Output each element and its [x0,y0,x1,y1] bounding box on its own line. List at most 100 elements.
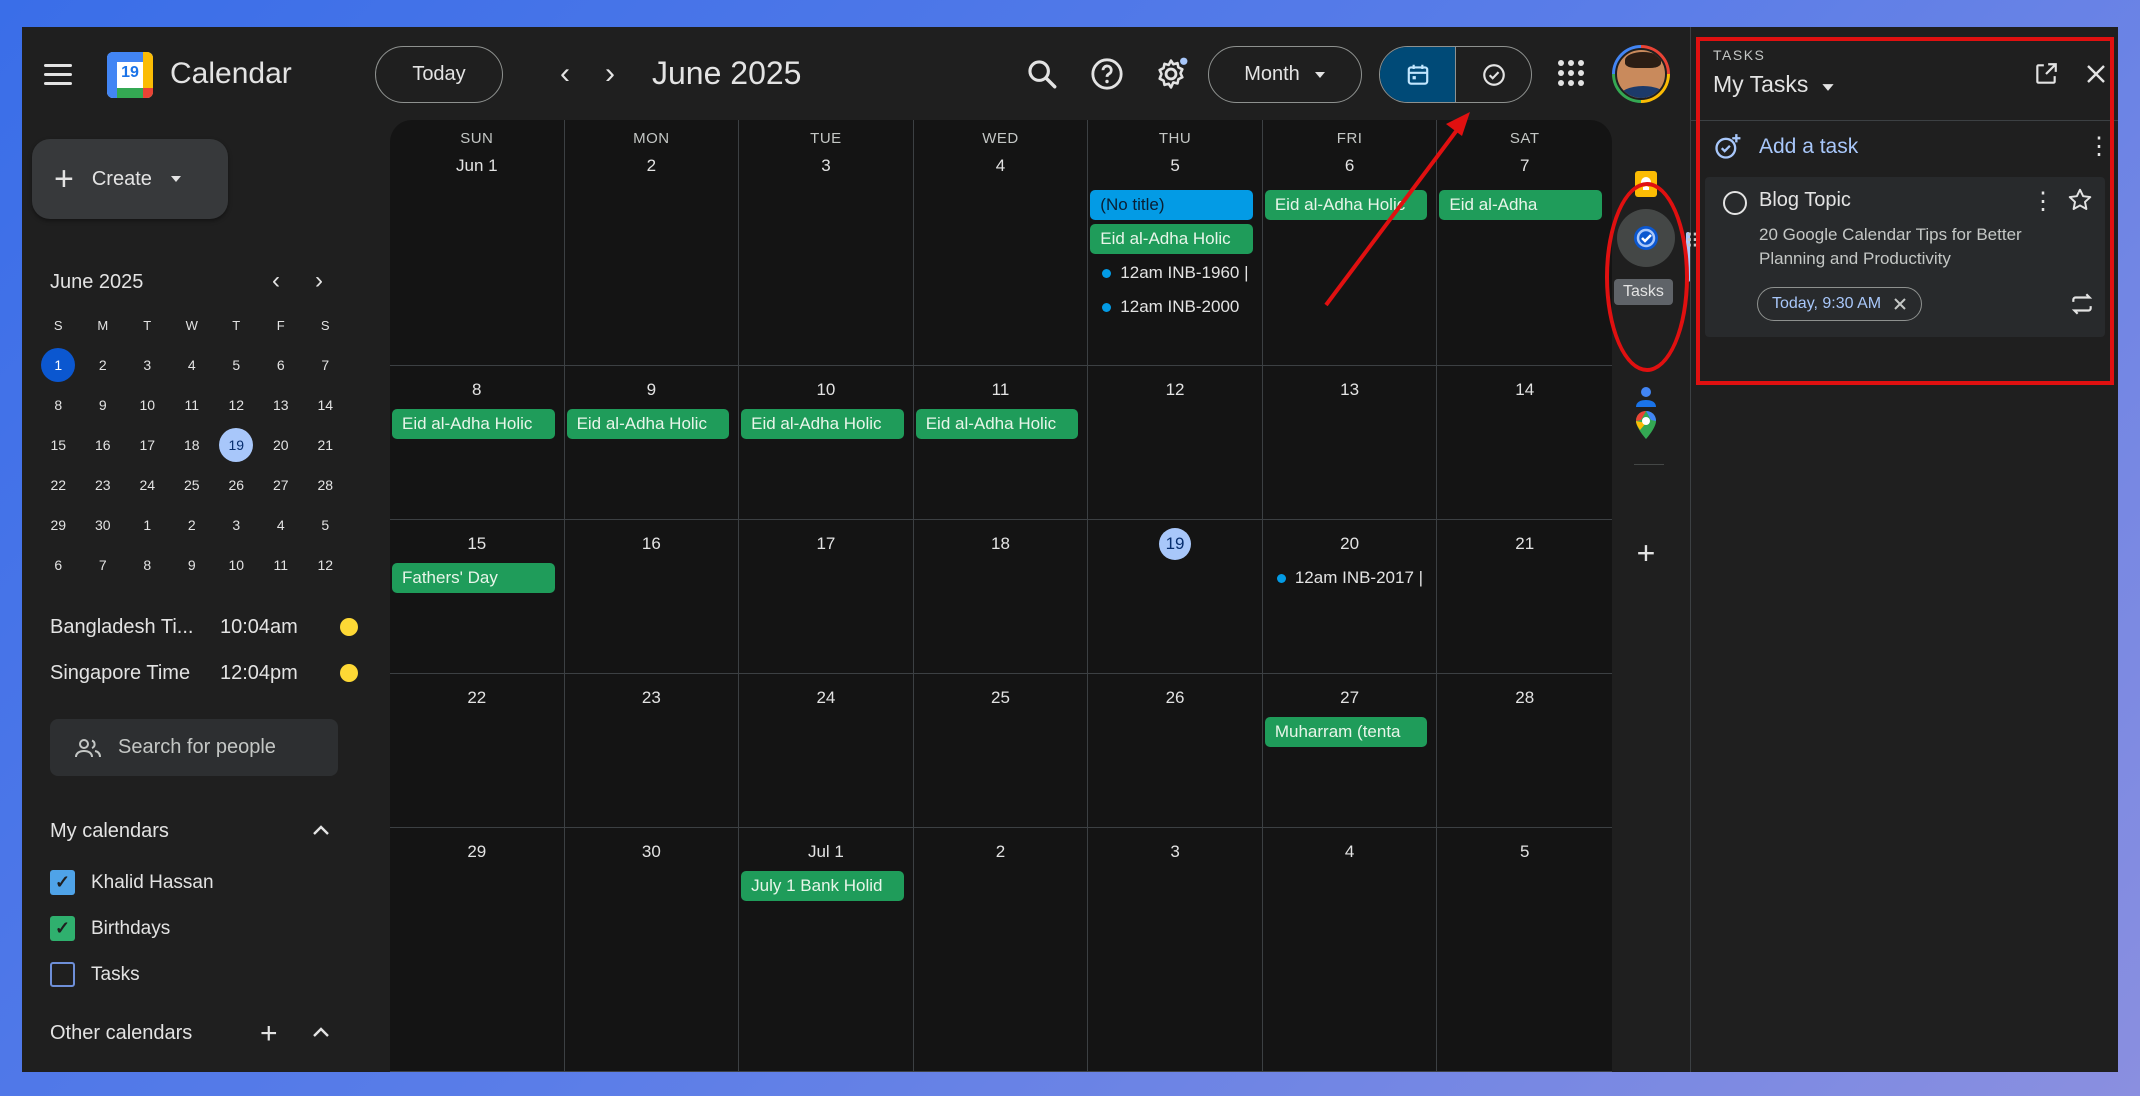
mini-calendar-day[interactable]: 1 [36,348,81,382]
mini-calendar-day[interactable]: 28 [303,468,348,502]
day-number[interactable]: Jun 1 [390,150,564,182]
mini-calendar-day[interactable]: 16 [81,428,126,462]
day-cell[interactable]: 26 [1088,674,1263,828]
mini-calendar-day[interactable]: 7 [303,348,348,382]
day-number[interactable]: 12 [1088,374,1262,406]
day-number[interactable]: 9 [565,374,739,406]
calendar-event[interactable]: 12am INB-1960 | [1090,258,1253,288]
calendar-event[interactable]: Eid al-Adha Holic [566,409,730,439]
checkbox-checked-icon[interactable]: ✓ [50,870,75,895]
mini-calendar-day[interactable]: 13 [259,388,304,422]
mini-prev-month-button[interactable]: ‹ [272,267,280,295]
day-cell[interactable]: TUE 3 [739,120,914,366]
add-other-calendar-plus-icon[interactable]: + [260,1017,278,1051]
today-button[interactable]: Today [375,46,503,103]
day-cell[interactable]: 4 [1262,828,1438,1072]
day-number[interactable]: 20 [1263,528,1437,560]
add-addon-plus-icon[interactable]: + [1612,535,1680,572]
mini-calendar-day[interactable]: 19 [214,428,259,462]
mini-calendar-day[interactable]: 2 [170,508,215,542]
calendar-event[interactable]: July 1 Bank Holid [741,871,904,901]
mini-calendar-day[interactable]: 21 [303,428,348,462]
mini-calendar-day[interactable]: 6 [36,548,81,582]
calendar-event[interactable]: Eid al-Adha [1439,190,1602,220]
day-cell[interactable]: 23 [564,674,740,828]
day-number[interactable]: 5 [1088,150,1262,182]
mini-calendar-day[interactable]: 4 [170,348,215,382]
day-cell[interactable]: 30 [564,828,740,1072]
tasks-view-toggle-button[interactable] [1456,47,1531,102]
day-number[interactable]: 5 [1437,836,1612,868]
day-cell[interactable]: MON 2 [564,120,740,366]
mini-calendar-day[interactable]: 20 [259,428,304,462]
mini-calendar-day[interactable]: 1 [125,508,170,542]
day-number[interactable]: 15 [390,528,564,560]
mini-calendar-day[interactable]: 5 [303,508,348,542]
day-cell[interactable]: 2 [913,828,1089,1072]
account-avatar[interactable] [1612,45,1670,103]
day-number[interactable]: 28 [1437,682,1612,714]
previous-month-button[interactable]: ‹ [550,57,580,91]
mini-calendar-day[interactable]: 15 [36,428,81,462]
day-number[interactable]: 21 [1437,528,1612,560]
calendar-event[interactable]: Eid al-Adha Holic [392,409,555,439]
day-number[interactable]: 11 [914,374,1088,406]
calendar-event[interactable]: (No title) [1090,190,1253,220]
mini-calendar-day[interactable]: 2 [81,348,126,382]
mini-calendar-day[interactable]: 4 [259,508,304,542]
mini-calendar-day[interactable]: 3 [214,508,259,542]
mini-next-month-button[interactable]: › [315,267,323,295]
calendar-event[interactable]: Eid al-Adha Holic [1090,224,1253,254]
help-icon[interactable] [1090,57,1124,91]
day-cell[interactable]: SAT 7 [1437,120,1612,366]
day-cell[interactable]: 16 [564,520,740,674]
search-people-input[interactable]: Search for people [50,719,338,776]
day-number[interactable]: 14 [1437,374,1612,406]
day-cell[interactable]: 22 [390,674,565,828]
maps-icon[interactable] [1612,410,1680,440]
day-cell[interactable]: 29 [390,828,565,1072]
calendar-event[interactable]: Muharram (tenta [1264,717,1428,747]
calendar-item-birthdays[interactable]: ✓ Birthdays [50,916,170,941]
day-cell[interactable]: 11 [913,366,1089,520]
day-cell[interactable]: 10 [739,366,914,520]
mini-calendar-day[interactable]: 7 [81,548,126,582]
mini-calendar-day[interactable]: 10 [214,548,259,582]
mini-calendar-day[interactable]: 29 [36,508,81,542]
mini-calendar-day[interactable]: 11 [259,548,304,582]
mini-calendar-day[interactable]: 30 [81,508,126,542]
google-apps-icon[interactable] [1558,60,1584,86]
day-number[interactable]: 18 [914,528,1088,560]
chevron-up-icon[interactable] [312,820,330,841]
day-cell[interactable]: FRI 6 [1262,120,1438,366]
mini-calendar-day[interactable]: 10 [125,388,170,422]
mini-calendar-day[interactable]: 8 [36,388,81,422]
day-cell[interactable]: 13 [1262,366,1438,520]
day-cell[interactable]: 8 [390,366,565,520]
day-cell[interactable]: 21 [1437,520,1612,674]
calendar-event[interactable]: 12am INB-2000 [1090,292,1253,322]
day-cell[interactable]: 20 [1262,520,1438,674]
day-number[interactable]: 6 [1263,150,1437,182]
day-number[interactable]: 2 [914,836,1088,868]
day-number[interactable]: 26 [1088,682,1262,714]
day-number[interactable]: 10 [739,374,913,406]
day-number[interactable]: 24 [739,682,913,714]
calendar-event[interactable]: Eid al-Adha Holic [1264,190,1428,220]
day-cell[interactable]: 9 [564,366,740,520]
day-number[interactable]: 22 [390,682,564,714]
day-cell[interactable]: WED 4 [913,120,1089,366]
day-cell[interactable]: 25 [913,674,1089,828]
day-number[interactable]: 16 [565,528,739,560]
mini-calendar-day[interactable]: 6 [259,348,304,382]
day-number[interactable]: 8 [390,374,564,406]
search-icon[interactable] [1025,57,1059,91]
day-cell[interactable]: 15 [390,520,565,674]
day-number[interactable]: 7 [1437,150,1612,182]
mini-calendar-day[interactable]: 9 [170,548,215,582]
day-number[interactable]: 19 [1088,528,1262,560]
mini-calendar-day[interactable]: 23 [81,468,126,502]
calendar-view-toggle-button[interactable] [1380,47,1456,102]
create-button[interactable]: + Create [32,139,228,219]
calendar-item-khalid-hassan[interactable]: ✓ Khalid Hassan [50,870,214,895]
